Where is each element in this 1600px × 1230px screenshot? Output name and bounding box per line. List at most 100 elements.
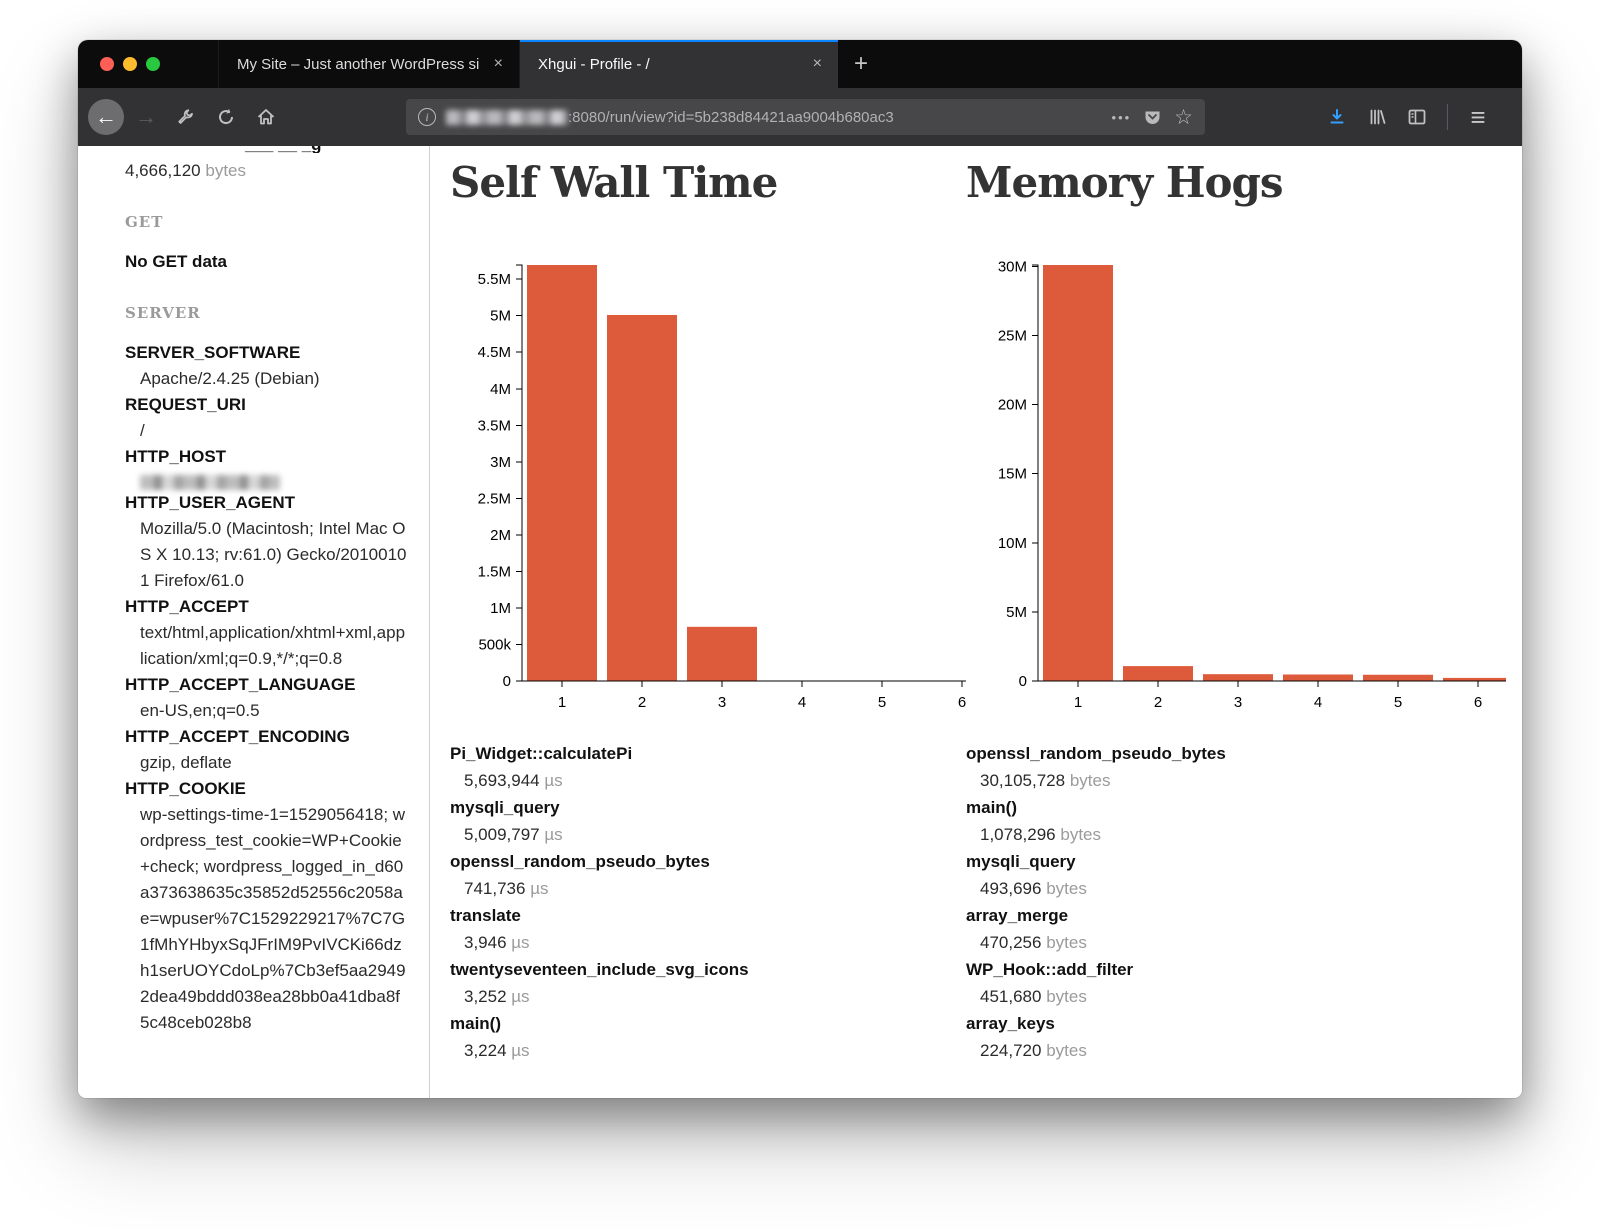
library-icon[interactable]	[1357, 97, 1397, 137]
server-var-value: wp-settings-time-1=1529056418; wordpress…	[140, 802, 407, 1036]
clipped-text-remnant: ___ __ _g	[125, 146, 407, 153]
y-tick-label: 2M	[490, 527, 511, 544]
server-var-value: en-US,en;q=0.5	[140, 698, 407, 724]
bar[interactable]	[1043, 265, 1113, 681]
memory-hogs-chart: 05M10M15M20M25M30M123456	[966, 247, 1522, 722]
charts-area: Self Wall Time 0500k1M1.5M2M2.5M3M3.5M4M…	[430, 146, 1522, 1098]
y-tick-label: 5.5M	[478, 271, 511, 288]
server-var-label: HTTP_COOKIE	[125, 776, 407, 802]
memory-stat-value: 4,666,120	[125, 161, 201, 180]
bar[interactable]	[1283, 675, 1353, 681]
tab-xhgui-profile[interactable]: Xhgui - Profile - / ×	[520, 40, 838, 88]
new-tab-button[interactable]: +	[838, 40, 884, 88]
close-window-button[interactable]	[100, 57, 114, 71]
y-tick-label: 4M	[490, 381, 511, 398]
server-var-label: HTTP_HOST	[125, 444, 407, 470]
x-tick-label: 6	[1474, 694, 1482, 711]
y-tick-label: 30M	[998, 258, 1027, 275]
function-name: mysqli_query	[966, 848, 1522, 875]
menu-hamburger-icon[interactable]: ≡	[1458, 97, 1498, 137]
site-info-icon[interactable]: i	[418, 108, 436, 126]
bar[interactable]	[1123, 666, 1193, 681]
tab-wordpress-site[interactable]: My Site – Just another WordPress si ×	[218, 40, 520, 88]
tab-close-icon[interactable]: ×	[809, 53, 826, 75]
y-tick-label: 3.5M	[478, 417, 511, 434]
url-bar[interactable]: i :8080/run/view?id=5b238d84421aa9004b68…	[406, 99, 1205, 135]
bar[interactable]	[1363, 675, 1433, 681]
back-arrow-icon: ←	[88, 99, 124, 135]
bar-chart-svg[interactable]: 05M10M15M20M25M30M123456	[966, 247, 1506, 717]
y-tick-label: 500k	[478, 636, 511, 653]
reload-icon[interactable]	[206, 97, 246, 137]
minimize-window-button[interactable]	[123, 57, 137, 71]
bar[interactable]	[607, 315, 677, 681]
function-value: 470,256 bytes	[980, 929, 1522, 956]
y-axis-line	[516, 265, 522, 681]
x-tick-label: 2	[1154, 694, 1162, 711]
x-tick-label: 1	[558, 694, 566, 711]
forward-button[interactable]: →	[126, 97, 166, 137]
y-tick-label: 1M	[490, 600, 511, 617]
server-var-value: Mozilla/5.0 (Macintosh; Intel Mac OS X 1…	[140, 516, 407, 594]
y-tick-label: 5M	[1006, 604, 1027, 621]
navigation-toolbar: ← → i :8080/run/view?id=5b238d84421aa900…	[78, 88, 1522, 146]
pocket-icon[interactable]	[1139, 108, 1166, 127]
home-icon[interactable]	[246, 97, 286, 137]
memory-hogs-function-list: openssl_random_pseudo_bytes30,105,728 by…	[966, 740, 1522, 1064]
y-tick-label: 2.5M	[478, 490, 511, 507]
server-var-label: HTTP_ACCEPT	[125, 594, 407, 620]
y-tick-label: 4.5M	[478, 344, 511, 361]
y-tick-label: 5M	[490, 308, 511, 325]
function-name: openssl_random_pseudo_bytes	[450, 848, 966, 875]
function-value: 3,946 µs	[464, 929, 966, 956]
traffic-lights	[78, 40, 218, 88]
page-actions-icon[interactable]: •••	[1108, 110, 1136, 125]
x-tick-label: 5	[878, 694, 886, 711]
function-name: openssl_random_pseudo_bytes	[966, 740, 1522, 767]
y-tick-label: 1.5M	[478, 563, 511, 580]
bar[interactable]	[527, 265, 597, 681]
bar-chart-svg[interactable]: 0500k1M1.5M2M2.5M3M3.5M4M4.5M5M5.5M12345…	[450, 247, 966, 717]
server-var-label: REQUEST_URI	[125, 392, 407, 418]
redacted-host-value	[140, 475, 280, 490]
x-tick-label: 5	[1394, 694, 1402, 711]
function-value: 5,693,944 µs	[464, 767, 966, 794]
bar[interactable]	[687, 627, 757, 681]
url-actions: ••• ☆	[1108, 105, 1197, 130]
x-tick-label: 4	[798, 694, 806, 711]
function-value: 493,696 bytes	[980, 875, 1522, 902]
function-name: WP_Hook::add_filter	[966, 956, 1522, 983]
zoom-window-button[interactable]	[146, 57, 160, 71]
function-name: twentyseventeen_include_svg_icons	[450, 956, 966, 983]
function-name: array_keys	[966, 1010, 1522, 1037]
function-value: 224,720 bytes	[980, 1037, 1522, 1064]
back-button[interactable]: ←	[86, 97, 126, 137]
memory-hogs-column: Memory Hogs 05M10M15M20M25M30M123456 ope…	[966, 146, 1522, 1098]
bookmark-star-icon[interactable]: ☆	[1170, 105, 1197, 130]
sidebar-toggle-icon[interactable]	[1397, 97, 1437, 137]
server-var-value: gzip, deflate	[140, 750, 407, 776]
server-var-value	[140, 475, 407, 490]
function-name: main()	[966, 794, 1522, 821]
function-name: Pi_Widget::calculatePi	[450, 740, 966, 767]
function-name: mysqli_query	[450, 794, 966, 821]
no-get-data-note: No GET data	[125, 249, 407, 275]
function-value: 5,009,797 µs	[464, 821, 966, 848]
tab-title: Xhgui - Profile - /	[538, 56, 650, 73]
y-tick-label: 3M	[490, 454, 511, 471]
run-details-sidebar: ___ __ _g 4,666,120 bytes GET No GET dat…	[78, 146, 430, 1098]
y-tick-label: 25M	[998, 328, 1027, 345]
wrench-icon[interactable]	[166, 97, 206, 137]
tab-close-icon[interactable]: ×	[490, 53, 507, 75]
server-var-label: HTTP_ACCEPT_LANGUAGE	[125, 672, 407, 698]
memory-stat: 4,666,120 bytes	[125, 158, 407, 184]
chart-title-memory-hogs: Memory Hogs	[966, 158, 1522, 207]
function-name: translate	[450, 902, 966, 929]
page-content: ___ __ _g 4,666,120 bytes GET No GET dat…	[78, 146, 1522, 1098]
y-tick-label: 0	[503, 673, 511, 690]
bar[interactable]	[1203, 674, 1273, 681]
self-wall-time-chart: 0500k1M1.5M2M2.5M3M3.5M4M4.5M5M5.5M12345…	[450, 247, 966, 722]
download-icon[interactable]	[1317, 97, 1357, 137]
x-tick-label: 4	[1314, 694, 1322, 711]
tab-title: My Site – Just another WordPress si	[237, 56, 481, 73]
